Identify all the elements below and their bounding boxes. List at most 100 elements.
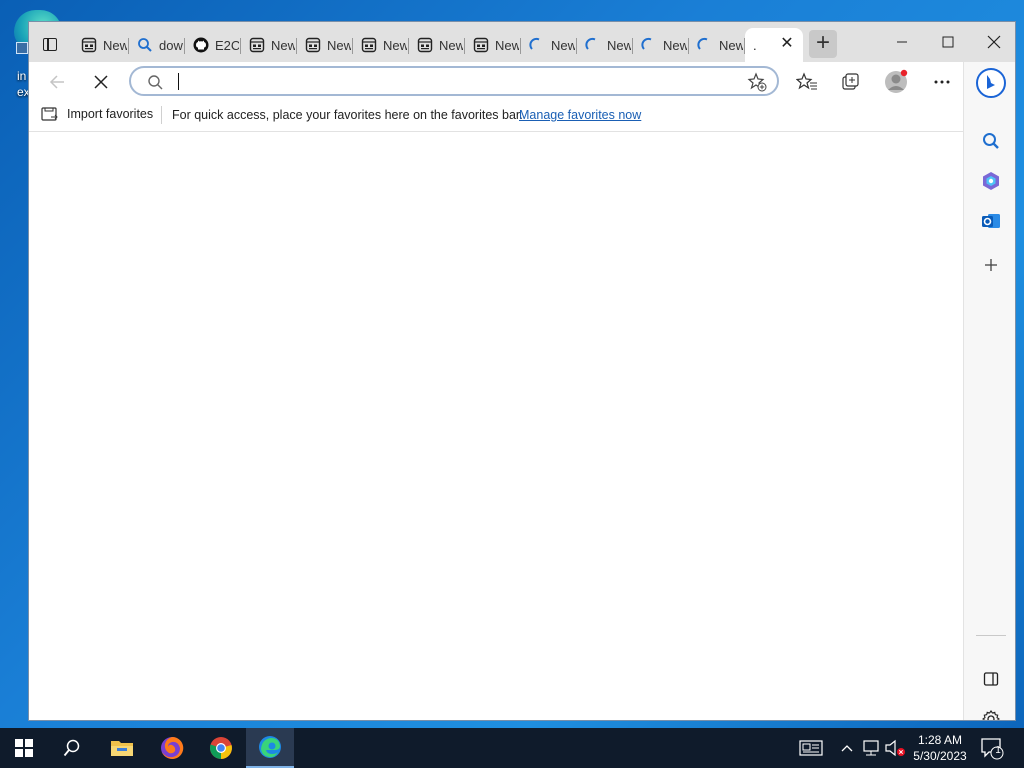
shortcut-icon bbox=[16, 42, 28, 54]
favorites-button[interactable] bbox=[791, 66, 823, 98]
tab-label: New tab bbox=[383, 37, 407, 53]
tab-label: New tab bbox=[607, 37, 631, 53]
tab-11[interactable]: New tab bbox=[633, 28, 689, 62]
tab-label: New tab bbox=[103, 37, 127, 53]
tab-label: New tab bbox=[719, 37, 743, 53]
tab-strip: New tab dow E2C New tab New tab New tab New ta… bbox=[73, 28, 837, 62]
chevron-up-icon bbox=[841, 745, 853, 752]
gear-icon bbox=[982, 710, 1000, 720]
new-tab-button[interactable]: + bbox=[809, 30, 837, 58]
sidebar-tools-button[interactable] bbox=[974, 164, 1008, 198]
tab-label: New tab bbox=[271, 37, 295, 53]
sidebar-settings-button[interactable] bbox=[974, 702, 1008, 720]
address-bar[interactable] bbox=[129, 66, 779, 96]
network-icon bbox=[863, 740, 879, 756]
news-widget-button[interactable] bbox=[796, 728, 826, 768]
tab-label: E2C bbox=[215, 37, 239, 53]
notification-count: 1 bbox=[995, 745, 1001, 756]
minimize-icon bbox=[897, 41, 907, 43]
volume-button[interactable] bbox=[884, 728, 906, 768]
outlook-icon bbox=[982, 214, 1000, 228]
divider bbox=[161, 106, 162, 124]
show-hidden-icons-button[interactable] bbox=[838, 728, 856, 768]
close-window-button[interactable] bbox=[971, 22, 1015, 62]
page-content bbox=[29, 133, 962, 720]
sidebar-panel-icon bbox=[983, 672, 999, 686]
collections-icon bbox=[842, 73, 859, 90]
tab-2[interactable]: dow bbox=[129, 28, 185, 62]
firefox-button[interactable] bbox=[148, 728, 196, 768]
firefox-icon bbox=[161, 736, 184, 759]
start-button[interactable] bbox=[0, 728, 48, 768]
navigation-toolbar bbox=[29, 62, 963, 100]
address-input[interactable] bbox=[177, 71, 737, 91]
newtab-page-icon bbox=[249, 37, 265, 53]
tab-1[interactable]: New tab bbox=[73, 28, 129, 62]
bing-chat-button[interactable] bbox=[974, 66, 1008, 100]
maximize-button[interactable] bbox=[925, 22, 971, 62]
tab-7[interactable]: New tab bbox=[409, 28, 465, 62]
newtab-page-icon bbox=[305, 37, 321, 53]
tab-3[interactable]: E2C bbox=[185, 28, 241, 62]
text-caret bbox=[178, 73, 179, 90]
browser-window: New tab dow E2C New tab New tab New tab New ta… bbox=[28, 21, 1016, 721]
tab-label: New tab bbox=[327, 37, 351, 53]
favorites-bar-message: For quick access, place your favorites h… bbox=[172, 108, 523, 122]
minimize-button[interactable] bbox=[879, 22, 925, 62]
search-icon bbox=[148, 75, 163, 90]
office-tools-icon bbox=[983, 172, 999, 190]
network-button[interactable] bbox=[860, 728, 882, 768]
github-icon bbox=[193, 37, 209, 53]
tab-12[interactable]: New tab bbox=[689, 28, 745, 62]
search-icon bbox=[137, 37, 153, 53]
tab-4[interactable]: New tab bbox=[241, 28, 297, 62]
stop-loading-button[interactable] bbox=[85, 66, 117, 98]
add-favorite-icon[interactable] bbox=[747, 72, 767, 92]
maximize-icon bbox=[942, 36, 954, 48]
clock-date: 5/30/2023 bbox=[913, 749, 967, 763]
chrome-button[interactable] bbox=[197, 728, 245, 768]
back-button[interactable] bbox=[41, 66, 73, 98]
edge-icon bbox=[259, 736, 281, 758]
file-explorer-button[interactable] bbox=[98, 728, 146, 768]
chrome-icon bbox=[210, 737, 232, 759]
taskbar-search-button[interactable] bbox=[48, 728, 96, 768]
tab-9[interactable]: New tab bbox=[521, 28, 577, 62]
loading-spinner-icon bbox=[641, 37, 657, 53]
action-center-button[interactable]: 1 bbox=[980, 736, 1004, 760]
edge-sidebar bbox=[963, 62, 1015, 720]
tab-8[interactable]: New tab bbox=[465, 28, 521, 62]
close-icon bbox=[987, 35, 1001, 49]
import-favorites-label: Import favorites bbox=[67, 107, 154, 121]
taskbar-clock[interactable]: 1:28 AM 5/30/2023 bbox=[908, 732, 972, 764]
hide-sidebar-button[interactable] bbox=[974, 662, 1008, 696]
volume-muted-icon bbox=[885, 739, 905, 757]
edge-button[interactable] bbox=[246, 728, 294, 768]
tab-actions-menu-icon[interactable] bbox=[39, 34, 59, 54]
windows-logo-icon bbox=[15, 739, 33, 757]
sidebar-add-button[interactable] bbox=[974, 248, 1008, 282]
tab-10[interactable]: New tab bbox=[577, 28, 633, 62]
newtab-page-icon bbox=[81, 37, 97, 53]
tab-6[interactable]: New tab bbox=[353, 28, 409, 62]
import-favorites-button[interactable]: Import favorites bbox=[41, 106, 153, 122]
collections-button[interactable] bbox=[835, 66, 867, 98]
stop-icon bbox=[94, 75, 108, 89]
close-tab-icon[interactable]: ✕ bbox=[779, 36, 795, 52]
sidebar-outlook-button[interactable] bbox=[974, 204, 1008, 238]
sidebar-divider bbox=[976, 635, 1006, 636]
tab-active[interactable]: . ✕ bbox=[745, 28, 803, 62]
tab-label: . bbox=[753, 37, 757, 53]
avatar-icon bbox=[885, 69, 908, 93]
favorites-icon bbox=[796, 72, 817, 90]
tab-5[interactable]: New tab bbox=[297, 28, 353, 62]
search-icon bbox=[983, 133, 999, 149]
plus-icon bbox=[985, 259, 997, 271]
profile-button[interactable] bbox=[880, 66, 912, 98]
sidebar-search-button[interactable] bbox=[974, 124, 1008, 158]
settings-more-button[interactable] bbox=[926, 66, 958, 98]
folder-icon bbox=[111, 741, 133, 756]
taskbar: 1:28 AM 5/30/2023 1 bbox=[0, 728, 1024, 768]
newtab-page-icon bbox=[361, 37, 377, 53]
manage-favorites-link[interactable]: Manage favorites now bbox=[519, 108, 641, 122]
